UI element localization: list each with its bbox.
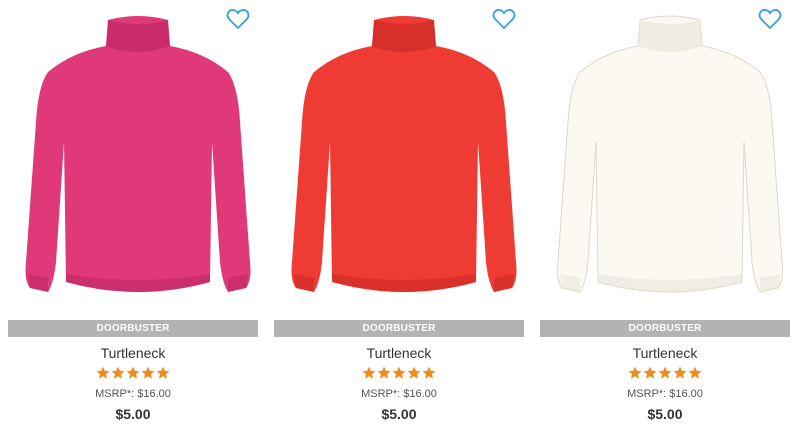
star-icon (673, 366, 687, 380)
product-name[interactable]: Turtleneck (540, 345, 790, 361)
star-icon (156, 366, 170, 380)
favorite-button[interactable] (226, 8, 250, 30)
product-name[interactable]: Turtleneck (8, 345, 258, 361)
star-icon (141, 366, 155, 380)
product-grid: DOORBUSTER Turtleneck MSRP*: $16.00 $5.0… (0, 0, 801, 432)
star-icon (407, 366, 421, 380)
turtleneck-image (25, 16, 251, 292)
star-icon (96, 366, 110, 380)
heart-outline-icon (226, 9, 250, 29)
star-rating (274, 366, 524, 382)
favorite-button[interactable] (492, 8, 516, 30)
star-icon (643, 366, 657, 380)
product-image[interactable] (540, 0, 790, 318)
sale-price: $5.00 (381, 406, 417, 422)
star-icon (658, 366, 672, 380)
msrp-price: MSRP*: $16.00 (627, 388, 703, 400)
star-icon (362, 366, 376, 380)
product-card[interactable]: DOORBUSTER Turtleneck MSRP*: $16.00 $5.0… (540, 0, 790, 432)
heart-outline-icon (492, 9, 516, 29)
star-icon (377, 366, 391, 380)
star-icon (392, 366, 406, 380)
favorite-button[interactable] (758, 8, 782, 30)
msrp-price: MSRP*: $16.00 (361, 388, 437, 400)
msrp-price: MSRP*: $16.00 (95, 388, 171, 400)
product-image[interactable] (8, 0, 258, 318)
doorbuster-badge: DOORBUSTER (540, 320, 790, 337)
sale-price: $5.00 (115, 406, 151, 422)
star-icon (111, 366, 125, 380)
product-card[interactable]: DOORBUSTER Turtleneck MSRP*: $16.00 $5.0… (274, 0, 524, 432)
star-rating (540, 366, 790, 382)
product-image[interactable] (274, 0, 524, 318)
doorbuster-badge: DOORBUSTER (274, 320, 524, 337)
star-icon (422, 366, 436, 380)
turtleneck-image (291, 16, 517, 292)
star-icon (688, 366, 702, 380)
doorbuster-badge: DOORBUSTER (8, 320, 258, 337)
product-name[interactable]: Turtleneck (274, 345, 524, 361)
turtleneck-image (557, 15, 783, 293)
star-icon (628, 366, 642, 380)
heart-outline-icon (758, 9, 782, 29)
star-icon (126, 366, 140, 380)
star-rating (8, 366, 258, 382)
sale-price: $5.00 (647, 406, 683, 422)
product-card[interactable]: DOORBUSTER Turtleneck MSRP*: $16.00 $5.0… (8, 0, 258, 432)
